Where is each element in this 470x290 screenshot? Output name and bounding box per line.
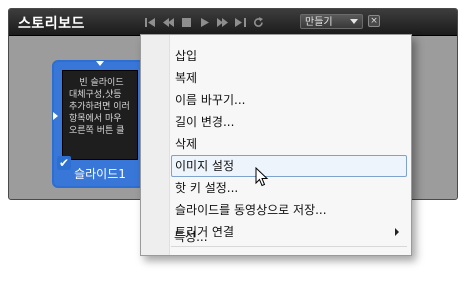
- slide-item[interactable]: 빈 슬라이드 대체구성,샷등 추가하려면 이러 항목에서 마우 오른쪽 버튼 클…: [52, 60, 148, 188]
- menu-item-image-settings[interactable]: 이미지 설정: [171, 155, 407, 177]
- menu-item-insert[interactable]: 삽입: [171, 45, 407, 67]
- thumb-line: 오른쪽 버튼 클: [69, 126, 125, 136]
- slide-top-marker-icon: [96, 61, 104, 66]
- chevron-down-icon: [350, 19, 358, 24]
- slide-left-marker-icon: [53, 112, 58, 120]
- menu-item-change-length[interactable]: 길이 변경...: [171, 111, 407, 133]
- thumb-line: 추가하려면 이러: [69, 102, 130, 112]
- menu-item-duplicate[interactable]: 복제: [171, 67, 407, 89]
- menu-item-hotkey-settings[interactable]: 핫 키 설정...: [171, 177, 407, 199]
- panel-title: 스토리보드: [18, 16, 85, 32]
- context-menu: 삽입 복제 이름 바꾸기... 길이 변경... 삭제 이미지 설정 핫 키 설…: [140, 34, 412, 256]
- playback-controls: [143, 13, 269, 31]
- skip-to-end-icon[interactable]: [233, 13, 248, 31]
- close-button[interactable]: ×: [368, 15, 380, 27]
- menu-icon-gutter: [141, 35, 170, 255]
- menu-item-delete[interactable]: 삭제: [171, 133, 407, 155]
- panel-titlebar: 스토리보드 만들기 ×: [9, 9, 457, 36]
- fast-forward-icon[interactable]: [215, 13, 230, 31]
- menu-item-rename[interactable]: 이름 바꾸기...: [171, 89, 407, 111]
- thumb-line: 대체구성,샷등: [69, 90, 122, 100]
- thumb-line: 항목에서 마우: [69, 114, 122, 124]
- skip-to-start-icon[interactable]: [143, 13, 158, 31]
- menu-item-save-as-video[interactable]: 슬라이드를 동영상으로 저장...: [171, 199, 407, 221]
- play-icon[interactable]: [197, 13, 212, 31]
- slide-label: 슬라이드1: [74, 167, 126, 181]
- stop-icon[interactable]: [179, 13, 194, 31]
- loop-icon[interactable]: [251, 13, 266, 31]
- rewind-icon[interactable]: [161, 13, 176, 31]
- slide-thumbnail: 빈 슬라이드 대체구성,샷등 추가하려면 이러 항목에서 마우 오른쪽 버튼 클: [62, 70, 138, 160]
- thumb-line: 빈 슬라이드: [79, 78, 124, 88]
- mode-select[interactable]: 만들기: [300, 14, 363, 29]
- mode-select-value: 만들기: [305, 17, 333, 28]
- mouse-cursor-icon: [255, 167, 269, 187]
- menu-item-properties[interactable]: 특성...: [170, 226, 406, 248]
